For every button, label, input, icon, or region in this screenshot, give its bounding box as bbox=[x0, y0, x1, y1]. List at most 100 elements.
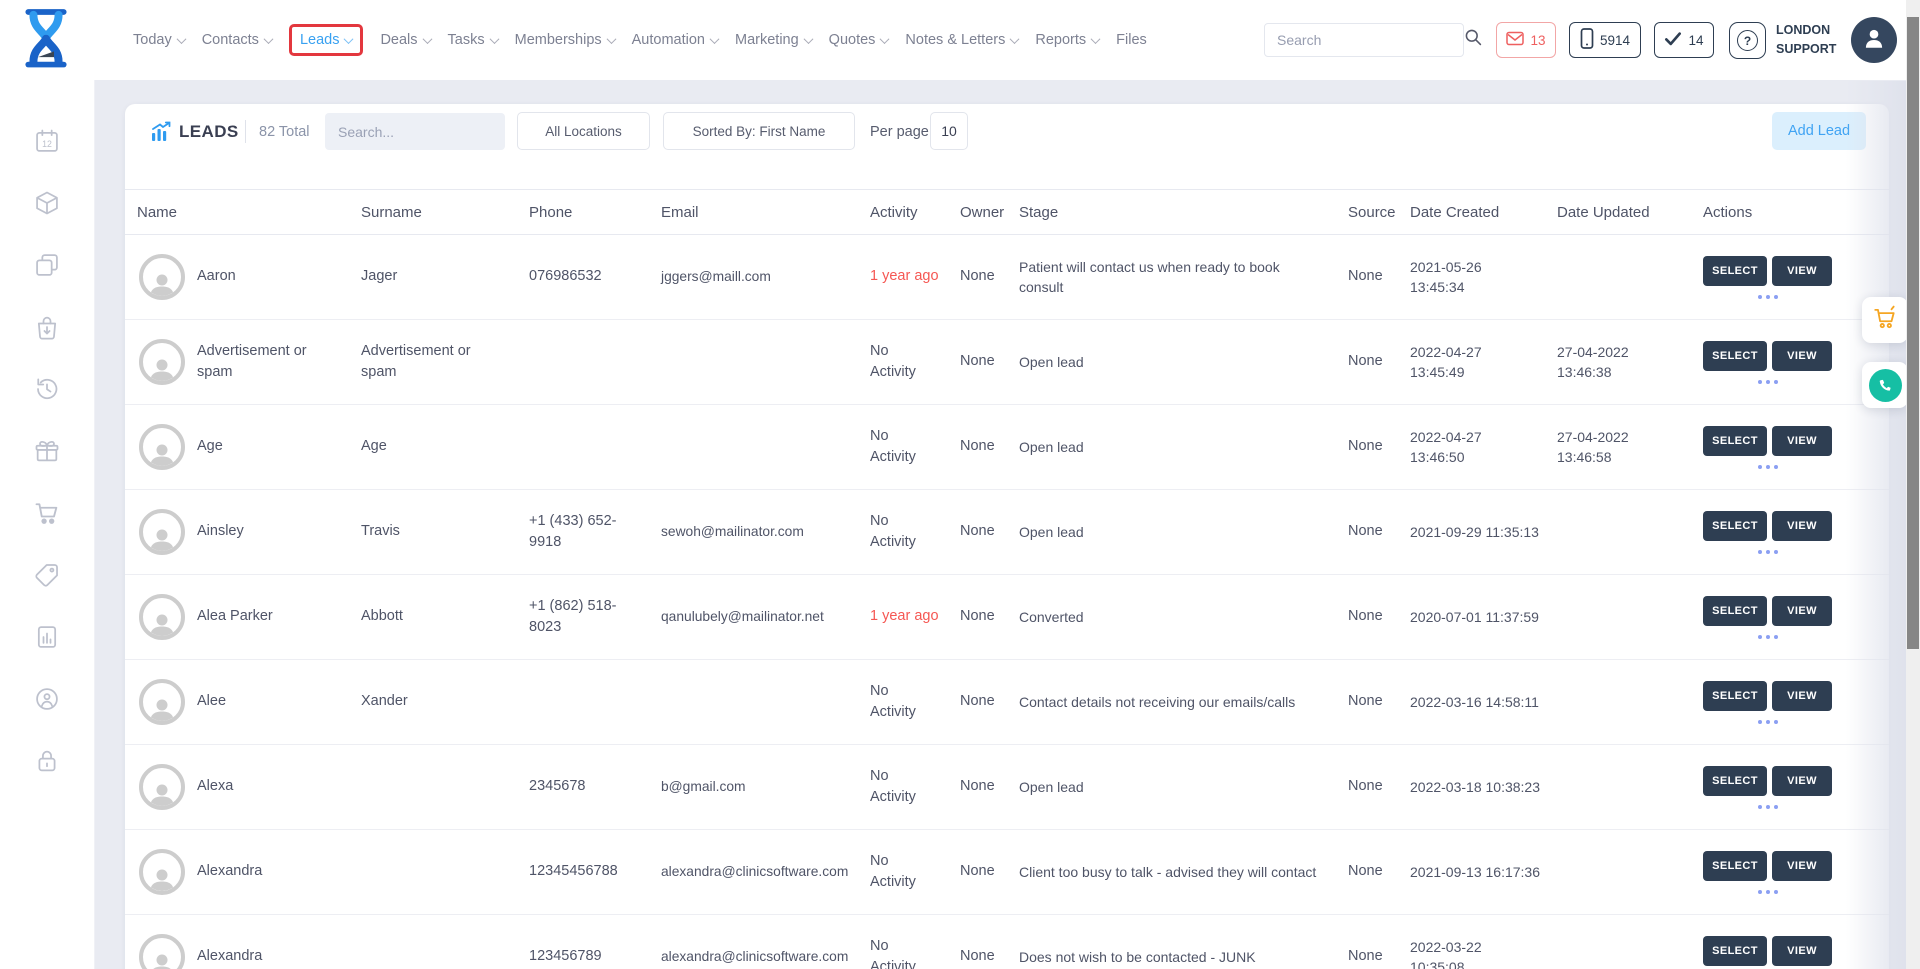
nav-quotes[interactable]: Quotes bbox=[829, 32, 889, 48]
view-button[interactable]: VIEW bbox=[1772, 766, 1832, 796]
view-button[interactable]: VIEW bbox=[1772, 936, 1832, 966]
global-search-input[interactable] bbox=[1265, 32, 1464, 48]
lead-phone: +1 (433) 652- 9918 bbox=[529, 511, 661, 553]
search-icon[interactable] bbox=[1464, 28, 1483, 52]
nav-automation[interactable]: Automation bbox=[632, 32, 718, 48]
help-button[interactable]: ? bbox=[1729, 22, 1766, 59]
lead-surname: Age bbox=[361, 436, 529, 457]
package-icon[interactable] bbox=[33, 189, 61, 217]
view-button[interactable]: VIEW bbox=[1772, 341, 1832, 371]
table-header-row: NameSurnamePhoneEmailActivityOwnerStageS… bbox=[125, 189, 1889, 235]
price-tag-icon[interactable] bbox=[33, 561, 61, 589]
per-page-input[interactable] bbox=[930, 112, 968, 150]
nav-memberships[interactable]: Memberships bbox=[515, 32, 615, 48]
leads-table: NameSurnamePhoneEmailActivityOwnerStageS… bbox=[125, 189, 1889, 969]
more-options-icon[interactable] bbox=[1703, 720, 1832, 724]
view-button[interactable]: VIEW bbox=[1772, 511, 1832, 541]
lead-date-updated: 27-04-2022 13:46:38 bbox=[1557, 342, 1703, 383]
more-options-icon[interactable] bbox=[1703, 890, 1832, 894]
nav-files[interactable]: Files bbox=[1116, 32, 1147, 48]
nav-today[interactable]: Today bbox=[133, 32, 185, 48]
report-icon[interactable] bbox=[33, 623, 61, 651]
more-options-icon[interactable] bbox=[1703, 295, 1832, 299]
copy-icon[interactable] bbox=[33, 251, 61, 279]
select-button[interactable]: SELECT bbox=[1703, 511, 1767, 541]
account-icon[interactable] bbox=[33, 685, 61, 713]
lead-name: Aaron bbox=[197, 266, 361, 287]
view-button[interactable]: VIEW bbox=[1772, 851, 1832, 881]
nav-notes-letters[interactable]: Notes & Letters bbox=[905, 32, 1018, 48]
chevron-down-icon bbox=[803, 34, 813, 44]
column-header-email: Email bbox=[661, 204, 870, 221]
question-mark-icon: ? bbox=[1737, 30, 1758, 51]
select-button[interactable]: SELECT bbox=[1703, 256, 1767, 286]
nav-reports[interactable]: Reports bbox=[1035, 32, 1099, 48]
phone-icon bbox=[1869, 369, 1902, 402]
lead-activity: No Activity bbox=[870, 426, 960, 468]
scrollbar-thumb[interactable] bbox=[1907, 17, 1919, 649]
column-header-phone: Phone bbox=[529, 204, 661, 221]
phone-badge[interactable]: 5914 bbox=[1569, 22, 1641, 58]
app-logo-hourglass-icon[interactable] bbox=[14, 8, 78, 72]
global-search bbox=[1264, 23, 1464, 57]
select-button[interactable]: SELECT bbox=[1703, 936, 1767, 966]
select-button[interactable]: SELECT bbox=[1703, 681, 1767, 711]
lead-surname: Jager bbox=[361, 266, 529, 287]
leads-search-input[interactable] bbox=[325, 124, 523, 140]
lead-phone: 076986532 bbox=[529, 266, 661, 287]
more-options-icon[interactable] bbox=[1703, 805, 1832, 809]
view-button[interactable]: VIEW bbox=[1772, 681, 1832, 711]
view-button[interactable]: VIEW bbox=[1772, 596, 1832, 626]
main-nav: Today Contacts Leads Deals Tasks Members… bbox=[133, 0, 1147, 80]
shopping-bag-icon[interactable] bbox=[33, 313, 61, 341]
select-button[interactable]: SELECT bbox=[1703, 426, 1767, 456]
user-name-line2: SUPPORT bbox=[1776, 40, 1850, 59]
more-options-icon[interactable] bbox=[1703, 635, 1832, 639]
column-header-surname: Surname bbox=[361, 204, 529, 221]
lead-surname: Travis bbox=[361, 521, 529, 542]
lock-icon[interactable] bbox=[33, 747, 61, 775]
lead-name: Age bbox=[197, 436, 361, 457]
select-button[interactable]: SELECT bbox=[1703, 766, 1767, 796]
chevron-down-icon bbox=[176, 34, 186, 44]
cart-icon bbox=[1872, 305, 1898, 336]
cart-icon[interactable] bbox=[33, 499, 61, 527]
nav-marketing[interactable]: Marketing bbox=[735, 32, 812, 48]
person-icon bbox=[1861, 25, 1887, 56]
tasks-badge-count: 14 bbox=[1688, 33, 1703, 48]
lead-row: Alexa 2345678 b@gmail.com No Activity No… bbox=[125, 745, 1889, 830]
mail-badge[interactable]: 13 bbox=[1496, 22, 1556, 58]
view-button[interactable]: VIEW bbox=[1772, 426, 1832, 456]
user-avatar[interactable] bbox=[1851, 17, 1897, 63]
more-options-icon[interactable] bbox=[1703, 550, 1832, 554]
nav-deals[interactable]: Deals bbox=[380, 32, 430, 48]
tasks-badge[interactable]: 14 bbox=[1654, 22, 1714, 58]
lead-row: Alea Parker Abbott +1 (862) 518- 8023 qa… bbox=[125, 575, 1889, 660]
history-icon[interactable] bbox=[33, 375, 61, 403]
nav-tasks[interactable]: Tasks bbox=[448, 32, 498, 48]
cart-widget-button[interactable] bbox=[1862, 297, 1908, 343]
view-button[interactable]: VIEW bbox=[1772, 256, 1832, 286]
lead-source: None bbox=[1348, 606, 1410, 627]
gift-icon[interactable] bbox=[33, 437, 61, 465]
vertical-scrollbar[interactable] bbox=[1906, 0, 1920, 969]
calendar-12-icon[interactable]: 12 bbox=[33, 127, 61, 155]
lead-row: Age Age No Activity None Open lead None … bbox=[125, 405, 1889, 490]
nav-contacts[interactable]: Contacts bbox=[202, 32, 272, 48]
location-filter-dropdown[interactable]: All Locations bbox=[517, 112, 650, 150]
nav-leads[interactable]: Leads bbox=[289, 24, 364, 56]
lead-row: Aaron Jager 076986532 jggers@maill.com 1… bbox=[125, 235, 1889, 320]
sort-filter-dropdown[interactable]: Sorted By: First Name bbox=[663, 112, 855, 150]
column-header-source: Source bbox=[1348, 204, 1410, 221]
lead-row: Alee Xander No Activity None Contact det… bbox=[125, 660, 1889, 745]
select-button[interactable]: SELECT bbox=[1703, 851, 1767, 881]
select-button[interactable]: SELECT bbox=[1703, 596, 1767, 626]
more-options-icon[interactable] bbox=[1703, 465, 1832, 469]
per-page-label: Per page bbox=[870, 124, 929, 140]
lead-source: None bbox=[1348, 691, 1410, 712]
select-button[interactable]: SELECT bbox=[1703, 341, 1767, 371]
lead-row: Ainsley Travis +1 (433) 652- 9918 sewoh@… bbox=[125, 490, 1889, 575]
svg-text:12: 12 bbox=[42, 139, 52, 149]
call-widget-button[interactable] bbox=[1862, 362, 1908, 408]
more-options-icon[interactable] bbox=[1703, 380, 1832, 384]
